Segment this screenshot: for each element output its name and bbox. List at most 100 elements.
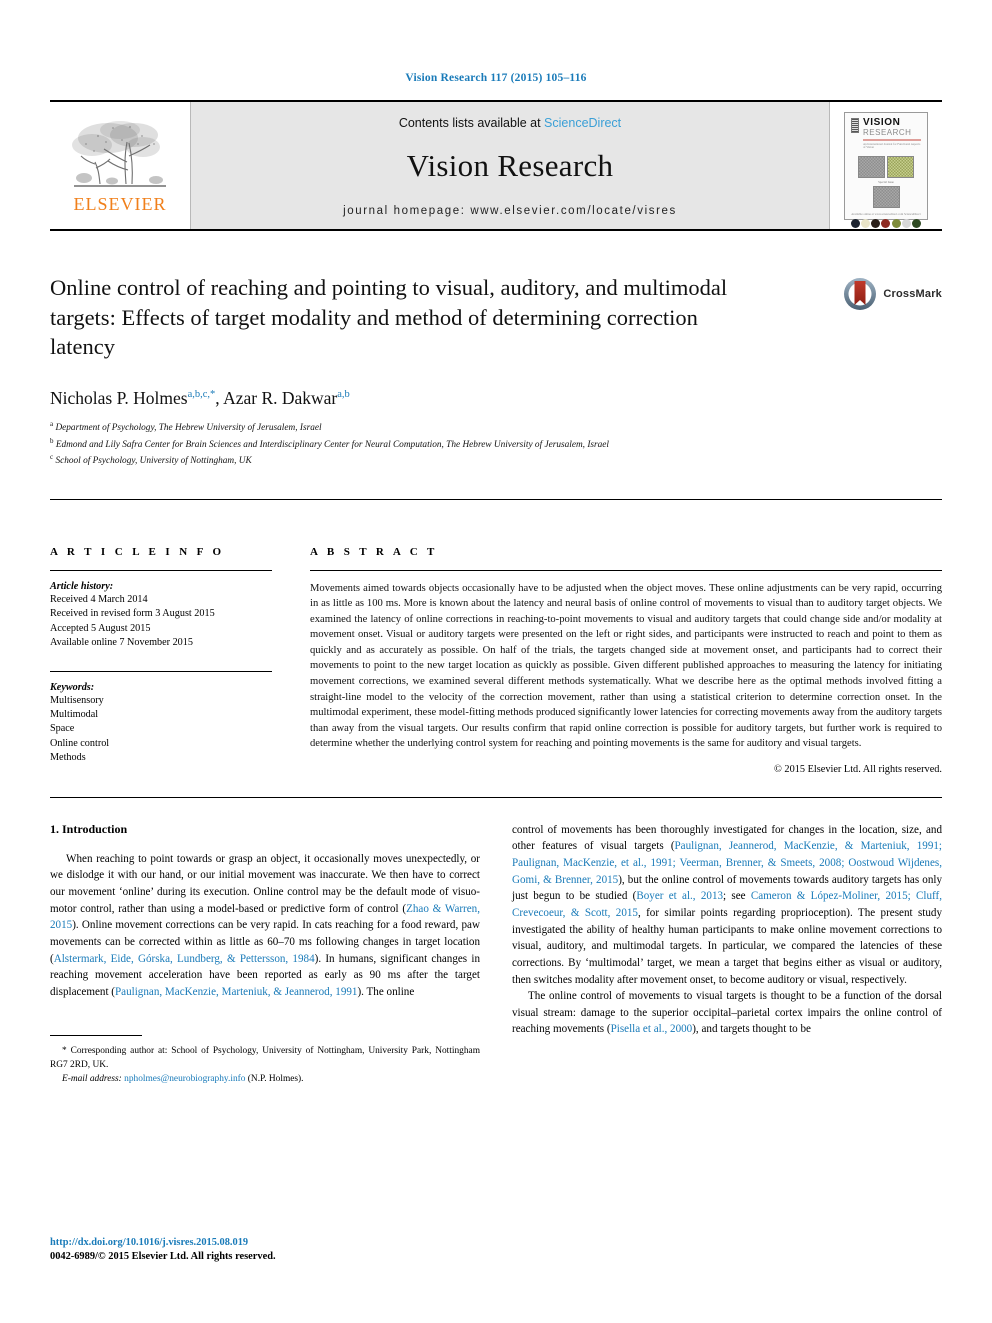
affiliation-c: c School of Psychology, University of No… [50,452,942,469]
affiliation-a: a Department of Psychology, The Hebrew U… [50,419,942,436]
intro-paragraph-right-continued: control of movements has been thoroughly… [512,822,942,988]
affiliation-b-text: Edmond and Lily Safra Center for Brain S… [55,439,610,450]
citation-link[interactable]: Paulignan, MacKenzie, Marteniuk, & Jeann… [115,986,357,998]
body-top-rule [50,796,942,798]
keyword-item: Multimodal [50,708,99,720]
text-run: ), and targets thought to be [692,1023,811,1036]
keywords-label: Keywords: [50,681,95,693]
abstract-text: Movements aimed towards objects occasion… [310,582,943,750]
elsevier-logo: ELSEVIER [50,102,190,229]
article-info-heading: A R T I C L E I N F O [50,545,225,558]
issn-copyright-line: 0042-6989/© 2015 Elsevier Ltd. All right… [50,1251,276,1263]
footer-identifiers: http://dx.doi.org/10.1016/j.visres.2015.… [50,1236,276,1265]
abstract-heading: A B S T R A C T [310,545,438,558]
keyword-item: Space [50,723,75,735]
affiliation-b: b Edmond and Lily Safra Center for Brain… [50,436,942,453]
cover-rule [863,138,921,141]
journal-homepage-link[interactable]: journal homepage: www.elsevier.com/locat… [343,205,677,217]
article-history-item: Received in revised form 3 August 2015 [50,608,215,620]
affiliation-list: a Department of Psychology, The Hebrew U… [50,419,942,469]
author-list: Nicholas P. Holmesa,b,c,*, Azar R. Dakwa… [50,388,942,409]
cover-title-line2: RESEARCH [863,127,912,137]
cover-dot-2 [861,219,871,229]
article-history-label: Article history: [50,580,114,592]
citation-link[interactable]: Boyer et al., 2013 [636,890,723,902]
cover-panel-caption: Special Issue [878,180,894,185]
affiliation-c-text: School of Psychology, University of Nott… [55,456,252,467]
cover-dot-7 [911,219,921,229]
article-history-item: Accepted 5 August 2015 [50,622,151,634]
affiliation-a-mark: a [50,420,54,429]
cover-footer-text: Available online at www.sciencedirect.co… [851,212,921,217]
affiliation-b-mark: b [50,436,54,445]
article-history-item: Available online 7 November 2015 [50,637,193,649]
affiliation-c-mark: c [50,453,54,462]
page-title: Online control of reaching and pointing … [50,275,728,360]
journal-cover-thumbnail: VISION RESEARCH An International Journal… [830,102,942,229]
keyword-item: Methods [50,752,86,764]
journal-band: Contents lists available at ScienceDirec… [190,102,830,229]
info-top-rule [50,498,942,500]
info-abstract-region: A R T I C L E I N F O Article history: R… [50,532,942,775]
corresponding-author-note: * Corresponding author at: School of Psy… [50,1044,480,1086]
cover-panel-2 [887,156,914,179]
body-column-right: control of movements has been thoroughly… [512,822,942,1086]
cover-dot-6 [901,219,911,229]
email-owner: (N.P. Holmes). [245,1073,304,1084]
cover-thumbnail-row [851,219,921,229]
article-history-item: Received 4 March 2014 [50,593,148,605]
elsevier-tree-icon [72,121,166,187]
keyword-item: Multisensory [50,694,104,706]
doi-link[interactable]: http://dx.doi.org/10.1016/j.visres.2015.… [50,1236,276,1251]
author-1-name: Nicholas P. Holmes [50,388,188,409]
contents-prefix: Contents lists available at [398,116,545,130]
cover-dot-1 [851,219,860,229]
journal-title: Vision Research [406,147,614,183]
journal-masthead: ELSEVIER Contents lists available at Sci… [50,100,942,231]
cover-image: VISION RESEARCH An International Journal… [844,111,928,229]
body-column-left: 1. Introduction When reaching to point t… [50,822,480,1086]
abstract-copyright: © 2015 Elsevier Ltd. All rights reserved… [774,763,942,775]
cover-dot-4 [881,219,891,229]
author-2-name: Azar R. Dakwar [223,388,338,409]
keyword-item: Online control [50,737,110,749]
text-run: ; see [723,890,751,903]
article-info-rule [50,569,272,571]
author-1-marks: a,b,c,* [187,389,216,401]
email-address-label: E-mail address: [62,1073,122,1084]
citation-link[interactable]: Pisella et al., 2000 [611,1023,693,1035]
crossmark-icon [844,278,877,310]
corresponding-author-text: Corresponding author at: School of Psych… [50,1045,480,1070]
footnote-rule [50,1034,142,1036]
email-address-link[interactable]: npholmes@neurobiography.info [124,1074,245,1084]
abstract-rule [310,569,942,571]
cover-panel-3 [872,186,900,209]
running-head: Vision Research 117 (2015) 105–116 [405,72,587,84]
crossmark-badge[interactable]: CrossMark [843,277,942,311]
title-block: Online control of reaching and pointing … [50,273,942,362]
citation-link[interactable]: Alstermark, Eide, Górska, Lundberg, & Pe… [54,953,315,965]
authors-separator: , [215,388,224,409]
cover-dot-5 [891,219,901,229]
footnote-block: * Corresponding author at: School of Psy… [50,1034,480,1086]
affiliation-a-text: Department of Psychology, The Hebrew Uni… [55,423,322,434]
cover-publisher-mark-icon [851,117,859,133]
crossmark-label: CrossMark [883,288,942,300]
intro-paragraph-right-2: The online control of movements to visua… [512,988,942,1038]
section-heading-introduction: 1. Introduction [50,821,128,836]
body-columns: 1. Introduction When reaching to point t… [50,822,942,1086]
cover-title-line1: VISION [863,116,901,128]
abstract-column: A B S T R A C T Movements aimed towards … [310,532,942,775]
article-first-page: Vision Research 117 (2015) 105–116 ELSEV… [0,0,992,1323]
author-2-marks: a,b [337,389,350,401]
cover-dot-3 [871,219,881,229]
keywords-block: Keywords: Multisensory Multimodal Space … [50,682,272,766]
contents-available-line: Contents lists available at ScienceDirec… [399,116,621,130]
keywords-rule [50,670,272,672]
cover-figure-panels: Special Issue [851,156,921,209]
article-info-column: A R T I C L E I N F O Article history: R… [50,532,272,775]
cover-panel-1 [858,156,885,179]
sciencedirect-link[interactable]: ScienceDirect [544,116,621,130]
text-run: ). The online [357,985,415,998]
elsevier-wordmark: ELSEVIER [73,194,167,214]
